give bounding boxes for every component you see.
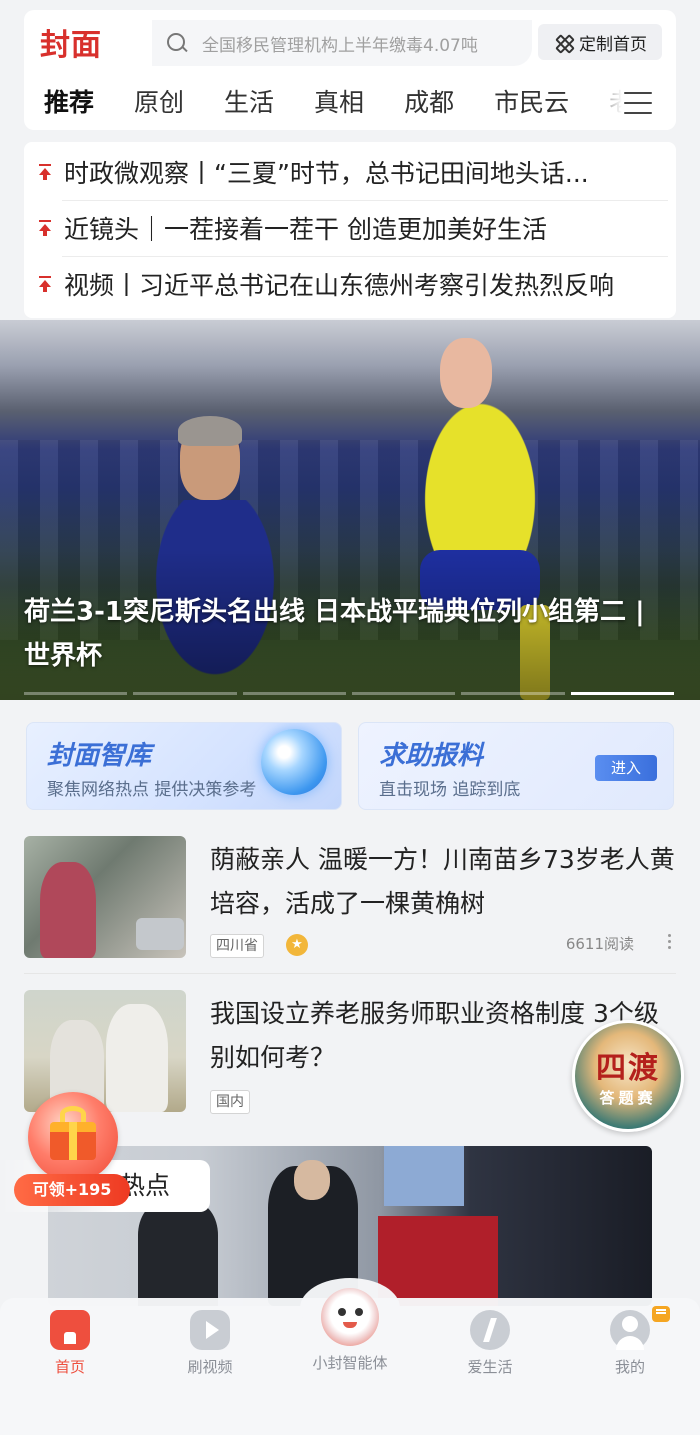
carousel-dot[interactable]	[461, 692, 565, 695]
video-officer-head	[294, 1160, 330, 1200]
search-input[interactable]: 全国移民管理机构上半年缴毒4.07吨	[202, 31, 478, 56]
hero-player-head	[440, 338, 492, 408]
pin-top-icon	[38, 276, 52, 292]
pinned-headlines: 时政微观察丨“三夏”时节，总书记田间地头话... 近镜头｜一茬接着一茬干 创造更…	[24, 142, 676, 318]
think-tank-card[interactable]: 封面智库 聚焦网络热点 提供决策参考	[26, 722, 342, 810]
search-bar[interactable]: 全国移民管理机构上半年缴毒4.07吨	[152, 20, 532, 66]
region-tag: 国内	[210, 1090, 250, 1114]
tab-citizen-cloud[interactable]: 市民云	[494, 83, 569, 119]
hero-banner[interactable]: 荷兰3-1突尼斯头名出线 日本战平瑞典位列小组第二 | 世界杯	[0, 320, 700, 700]
glow-orb-icon	[261, 729, 327, 795]
gift-box-icon	[50, 1122, 96, 1160]
pinned-item[interactable]: 时政微观察丨“三夏”时节，总书记田间地头话...	[24, 144, 676, 200]
pinned-item[interactable]: 近镜头｜一茬接着一茬干 创造更加美好生活	[24, 200, 676, 256]
news-thumbnail	[24, 836, 186, 958]
video-play-icon	[190, 1310, 230, 1350]
tab-chengdu[interactable]: 成都	[404, 83, 454, 119]
region-tag: 四川省	[210, 934, 264, 958]
thumb-pot	[136, 918, 184, 950]
message-badge-icon	[652, 1306, 670, 1322]
quiz-contest-button[interactable]: 四渡 答题赛	[572, 1020, 684, 1132]
carousel-dot[interactable]	[570, 692, 674, 695]
feature-subtitle: 直击现场 追踪到底	[379, 780, 521, 800]
tab-original[interactable]: 原创	[134, 83, 184, 119]
quiz-title: 四渡	[596, 1051, 660, 1086]
robot-mascot-icon	[321, 1288, 379, 1346]
hero-player-hair	[178, 416, 242, 446]
pinned-title: 视频丨习近平总书记在山东德州考察引发热烈反响	[64, 271, 615, 300]
hero-caption: 荷兰3-1突尼斯头名出线 日本战平瑞典位列小组第二 | 世界杯	[24, 597, 645, 671]
search-icon	[166, 32, 188, 54]
enter-button[interactable]: 进入	[595, 755, 657, 781]
feature-title: 封面智库	[47, 741, 152, 771]
feature-title: 求助报料	[379, 741, 484, 771]
video-scene-block	[384, 1146, 464, 1206]
feature-subtitle: 聚焦网络热点 提供决策参考	[47, 780, 257, 800]
app-logo[interactable]: 封面	[40, 20, 102, 64]
star-badge-icon: ★	[286, 934, 308, 956]
thumb-figure	[106, 1004, 168, 1112]
top-header-card: 封面 全国移民管理机构上半年缴毒4.07吨 定制首页 推荐 原创 生活 真相 成…	[24, 10, 676, 130]
nav-home[interactable]: 首页	[20, 1310, 120, 1377]
pin-top-icon	[38, 220, 52, 236]
news-item[interactable]: 荫蔽亲人 温暖一方！川南苗乡73岁老人黄培容，活成了一棵黄桷树 四川省 ★ 66…	[24, 836, 676, 958]
lightning-icon	[470, 1310, 510, 1350]
nav-videos[interactable]: 刷视频	[160, 1310, 260, 1377]
thumb-figure	[40, 862, 96, 958]
read-count: 6611阅读	[565, 935, 634, 953]
home-icon	[50, 1310, 90, 1350]
custom-home-label: 定制首页	[579, 34, 647, 55]
nav-label: 小封智能体	[312, 1354, 388, 1372]
tab-life[interactable]: 生活	[224, 83, 274, 119]
pinned-title: 近镜头｜一茬接着一茬干 创造更加美好生活	[64, 215, 547, 244]
tab-recommend[interactable]: 推荐	[44, 83, 94, 119]
pinned-item[interactable]: 视频丨习近平总书记在山东德州考察引发热烈反响	[24, 256, 676, 312]
nav-label: 首页	[54, 1358, 85, 1376]
gift-reward-button[interactable]	[28, 1092, 118, 1182]
user-icon	[610, 1310, 650, 1350]
channel-tabs: 推荐 原创 生活 真相 成都 市民云 老	[24, 72, 676, 130]
nav-label: 爱生活	[467, 1358, 513, 1376]
nav-label: 我的	[614, 1358, 645, 1376]
help-report-card[interactable]: 求助报料 直击现场 追踪到底 进入	[358, 722, 674, 810]
carousel-dot[interactable]	[242, 692, 346, 695]
carousel-dot[interactable]	[24, 692, 128, 695]
nav-label: 刷视频	[187, 1358, 233, 1376]
video-officer-figure	[138, 1202, 218, 1306]
news-title: 荫蔽亲人 温暖一方！川南苗乡73岁老人黄培容，活成了一棵黄桷树	[210, 845, 675, 918]
divider	[24, 973, 676, 974]
carousel-dot[interactable]	[133, 692, 237, 695]
custom-home-button[interactable]: 定制首页	[538, 24, 662, 60]
menu-icon[interactable]	[624, 92, 652, 114]
nav-ai-agent[interactable]: 小封智能体	[300, 1288, 400, 1373]
nav-love-life[interactable]: 爱生活	[440, 1310, 540, 1377]
carousel-dot[interactable]	[351, 692, 456, 695]
pinned-title: 时政微观察丨“三夏”时节，总书记田间地头话...	[64, 159, 589, 188]
customize-icon	[553, 32, 573, 52]
pin-top-icon	[38, 164, 52, 180]
video-truck	[378, 1216, 498, 1306]
carousel-indicator	[24, 692, 674, 695]
quiz-subtitle: 答题赛	[599, 1089, 657, 1107]
gift-reward-label[interactable]: 可领+195	[14, 1174, 130, 1206]
gift-bow-icon	[60, 1106, 86, 1122]
more-options-icon[interactable]	[666, 934, 672, 952]
news-thumbnail	[24, 990, 186, 1112]
tab-truth[interactable]: 真相	[314, 83, 364, 119]
